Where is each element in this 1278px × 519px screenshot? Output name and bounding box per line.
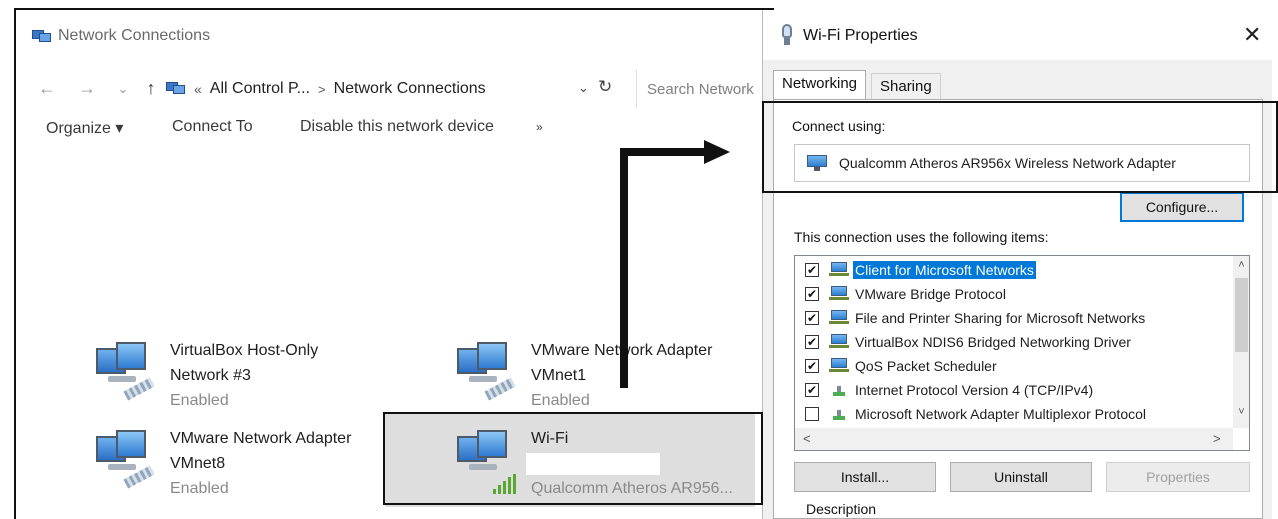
description-label: Description xyxy=(806,501,877,517)
organize-menu-button[interactable]: Organize ▾ xyxy=(46,118,123,138)
window-title: Network Connections xyxy=(58,27,211,44)
list-item[interactable]: ✔ QoS Packet Scheduler xyxy=(795,355,1235,377)
breadcrumb-separator-icon[interactable]: > xyxy=(318,82,326,97)
item-checkbox[interactable]: ✔ xyxy=(805,335,819,349)
network-client-icon xyxy=(829,262,849,278)
install-button[interactable]: Install... xyxy=(794,462,936,492)
annotation-box-wifi xyxy=(383,412,763,505)
breadcrumb-overflow[interactable]: « xyxy=(194,81,202,97)
network-client-icon xyxy=(829,358,849,374)
items-label: This connection uses the following items… xyxy=(794,229,1049,245)
command-bar: Organize ▾ Connect To Disable this netwo… xyxy=(16,110,764,146)
list-item[interactable]: ✔ File and Printer Sharing for Microsoft… xyxy=(795,307,1235,329)
breadcrumb-control-panel[interactable]: All Control P... xyxy=(210,80,310,98)
screenshot-stage: Network Connections ← → ⌄ ↑ « All Contro… xyxy=(0,0,1278,519)
item-checkbox[interactable]: ✔ xyxy=(805,311,819,325)
connection-status: Enabled xyxy=(170,480,229,497)
protocol-icon xyxy=(829,406,849,422)
window-title-bar: Network Connections xyxy=(32,26,210,46)
annotation-box-connect-using xyxy=(762,101,1278,193)
item-checkbox[interactable]: ✔ xyxy=(805,359,819,373)
annotation-arrow-shaft-horizontal xyxy=(620,148,708,156)
connection-status: Enabled xyxy=(170,392,229,409)
list-item[interactable]: ✔ VMware Bridge Protocol xyxy=(795,283,1235,305)
up-arrow-icon[interactable]: ↑ xyxy=(140,78,162,99)
list-item[interactable]: ✔ Client for Microsoft Networks xyxy=(795,259,1235,281)
refresh-icon[interactable]: ↻ xyxy=(598,77,612,97)
list-item[interactable]: ✔ VirtualBox NDIS6 Bridged Networking Dr… xyxy=(795,331,1235,353)
connection-items-list[interactable]: ✔ Client for Microsoft Networks ✔ VMware… xyxy=(794,255,1250,451)
item-label: QoS Packet Scheduler xyxy=(855,358,997,374)
network-client-icon xyxy=(829,286,849,302)
network-client-icon xyxy=(829,310,849,326)
vertical-scrollbar[interactable]: ˄ ˅ xyxy=(1233,256,1249,428)
list-item[interactable]: Microsoft Network Adapter Multiplexor Pr… xyxy=(795,403,1235,425)
item-checkbox-unchecked[interactable] xyxy=(805,407,819,421)
uninstall-button[interactable]: Uninstall xyxy=(950,462,1092,492)
network-client-icon xyxy=(829,334,849,350)
connection-tile[interactable]: VMware Network Adapter VMnet1 Enabled xyxy=(455,338,755,409)
item-label: VirtualBox NDIS6 Bridged Networking Driv… xyxy=(855,334,1131,350)
network-computer-icon xyxy=(94,342,158,402)
connect-to-button[interactable]: Connect To xyxy=(172,118,253,136)
scroll-left-icon[interactable]: < xyxy=(803,431,811,446)
connection-name: VMware Network Adapter xyxy=(170,430,352,447)
tab-sharing[interactable]: Sharing xyxy=(871,73,941,101)
item-label: Internet Protocol Version 4 (TCP/IPv4) xyxy=(855,382,1094,398)
close-icon[interactable]: ✕ xyxy=(1243,22,1261,48)
connection-name-line2: VMnet8 xyxy=(170,455,226,472)
breadcrumb-network-connections[interactable]: Network Connections xyxy=(334,80,486,98)
address-bar[interactable]: « All Control P... > Network Connections… xyxy=(166,70,626,108)
scroll-up-icon[interactable]: ˄ xyxy=(1235,259,1248,271)
configure-button[interactable]: Configure... xyxy=(1120,192,1244,222)
address-dropdown-icon[interactable]: ⌄ xyxy=(578,80,589,96)
item-label: VMware Bridge Protocol xyxy=(855,286,1006,302)
annotation-arrow-head-icon xyxy=(704,140,730,164)
connection-tile[interactable]: VirtualBox Host-Only Network #3 Enabled xyxy=(94,338,394,409)
connection-status: Enabled xyxy=(531,392,590,409)
item-checkbox[interactable]: ✔ xyxy=(805,383,819,397)
item-label: Client for Microsoft Networks xyxy=(853,261,1036,279)
back-arrow-icon[interactable]: ← xyxy=(36,78,58,99)
recent-locations-chevron-icon[interactable]: ⌄ xyxy=(112,81,134,97)
scroll-right-icon[interactable]: > xyxy=(1213,431,1221,446)
navigation-bar: ← → ⌄ ↑ « All Control P... > Network Con… xyxy=(16,70,764,110)
connection-tile[interactable]: VMware Network Adapter VMnet8 Enabled xyxy=(94,426,394,497)
network-connections-icon xyxy=(32,28,52,44)
search-input[interactable]: Search Network xyxy=(636,70,776,108)
dialog-title: Wi-Fi Properties xyxy=(803,27,918,44)
disable-device-button[interactable]: Disable this network device xyxy=(300,118,494,136)
item-checkbox[interactable]: ✔ xyxy=(805,287,819,301)
scroll-down-icon[interactable]: ˅ xyxy=(1235,406,1248,418)
properties-button: Properties xyxy=(1106,462,1250,492)
list-item[interactable]: ✔ Internet Protocol Version 4 (TCP/IPv4) xyxy=(795,379,1235,401)
item-label: Microsoft Network Adapter Multiplexor Pr… xyxy=(855,406,1146,422)
wifi-adapter-icon xyxy=(781,24,793,46)
item-checkbox[interactable]: ✔ xyxy=(805,263,819,277)
tab-networking[interactable]: Networking xyxy=(773,70,867,100)
network-computer-icon xyxy=(455,342,519,402)
protocol-icon xyxy=(829,382,849,398)
scroll-thumb[interactable] xyxy=(1235,278,1248,352)
connection-name-line2: Network #3 xyxy=(170,367,251,384)
network-computer-icon xyxy=(94,430,158,490)
horizontal-scrollbar[interactable]: < > xyxy=(795,428,1233,450)
forward-arrow-icon[interactable]: → xyxy=(76,78,98,99)
wifi-properties-dialog: Wi-Fi Properties ✕ Networking Sharing Co… xyxy=(762,10,1273,519)
more-commands-chevron-icon[interactable]: » xyxy=(536,120,543,134)
connection-name: VirtualBox Host-Only xyxy=(170,342,319,359)
control-panel-icon xyxy=(166,80,188,98)
annotation-arrow-shaft-vertical xyxy=(620,148,628,388)
dialog-title-bar: Wi-Fi Properties ✕ xyxy=(763,10,1273,60)
item-label: File and Printer Sharing for Microsoft N… xyxy=(855,310,1146,326)
